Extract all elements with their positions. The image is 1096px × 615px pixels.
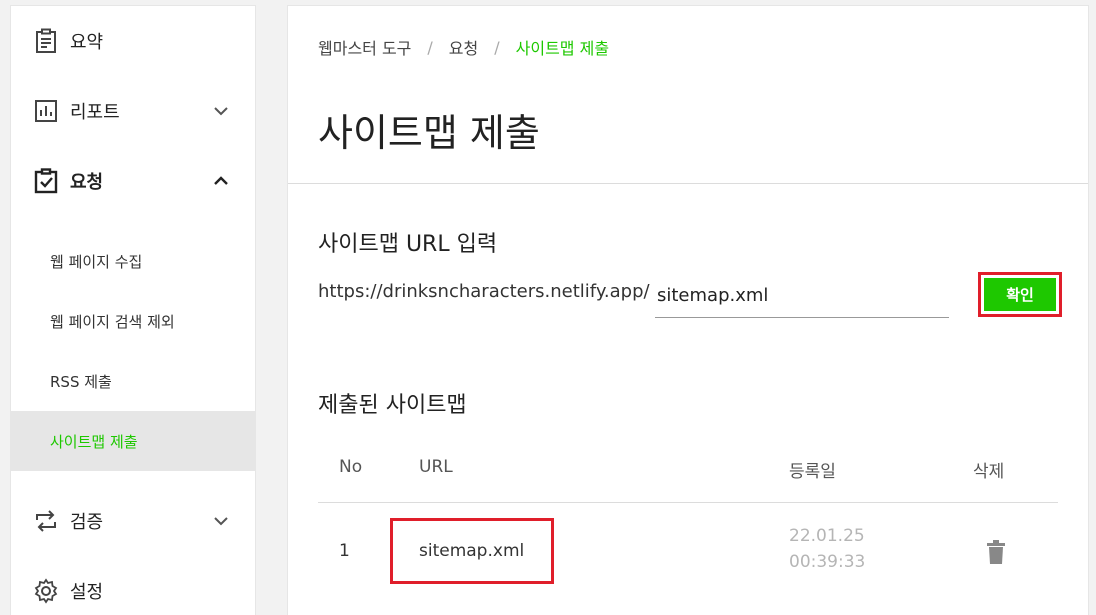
sidebar-item-label: 요약 bbox=[70, 32, 104, 53]
cell-no: 1 bbox=[339, 541, 350, 561]
sidebar-item-label: 요청 bbox=[70, 172, 104, 193]
sidebar-subitem-page-exclude[interactable]: 웹 페이지 검색 제외 bbox=[11, 291, 255, 351]
clipboard-check-icon bbox=[34, 168, 58, 194]
sidebar-item-label: 검증 bbox=[70, 512, 104, 533]
cell-date: 22.01.25 00:39:33 bbox=[789, 526, 866, 572]
sidebar-subitem-label: RSS 제출 bbox=[50, 372, 112, 391]
clipboard-icon bbox=[36, 28, 56, 53]
breadcrumb-item-current: 사이트맵 제출 bbox=[515, 39, 610, 58]
page-title: 사이트맵 제출 bbox=[318, 111, 540, 155]
main-panel: 웹마스터 도구 / 요청 / 사이트맵 제출 사이트맵 제출 사이트맵 URL … bbox=[287, 5, 1089, 615]
column-header-date: 등록일 bbox=[789, 462, 836, 482]
breadcrumb: 웹마스터 도구 / 요청 / 사이트맵 제출 bbox=[318, 35, 609, 59]
submitted-sitemaps-title: 제출된 사이트맵 bbox=[318, 393, 467, 418]
sidebar-subitem-label: 웹 페이지 수집 bbox=[50, 252, 143, 271]
sidebar-subitem-label: 웹 페이지 검색 제외 bbox=[50, 312, 175, 331]
sidebar-subitem-label: 사이트맵 제출 bbox=[50, 432, 138, 451]
sidebar-item-label: 설정 bbox=[70, 582, 104, 603]
sitemap-url-section-title: 사이트맵 URL 입력 bbox=[318, 232, 498, 257]
url-prefix: https://drinksncharacters.netlify.app/ bbox=[318, 281, 650, 302]
column-header-url: URL bbox=[419, 457, 453, 477]
table-divider bbox=[318, 502, 1058, 503]
sidebar-item-summary[interactable]: 요약 bbox=[11, 6, 255, 76]
sidebar-item-report[interactable]: 리포트 bbox=[11, 76, 255, 146]
confirm-button[interactable]: 확인 bbox=[984, 278, 1056, 311]
sidebar-item-label: 리포트 bbox=[70, 102, 120, 123]
confirm-button-highlight: 확인 bbox=[978, 272, 1062, 317]
gear-icon bbox=[34, 578, 58, 604]
chevron-up-icon bbox=[214, 176, 228, 185]
chevron-down-icon bbox=[214, 517, 228, 526]
trash-icon[interactable] bbox=[985, 539, 1007, 565]
sidebar-item-settings[interactable]: 설정 bbox=[11, 556, 255, 615]
bar-chart-icon bbox=[35, 100, 57, 122]
sidebar-subitem-sitemap[interactable]: 사이트맵 제출 bbox=[11, 411, 255, 471]
breadcrumb-separator: / bbox=[494, 37, 500, 57]
sidebar-item-request[interactable]: 요청 bbox=[11, 146, 255, 216]
repeat-icon bbox=[36, 510, 56, 532]
column-header-delete: 삭제 bbox=[973, 462, 1005, 482]
sidebar-item-verify[interactable]: 검증 bbox=[11, 486, 255, 556]
sidebar-subitem-page-collect[interactable]: 웹 페이지 수집 bbox=[11, 231, 255, 291]
chevron-down-icon bbox=[214, 107, 228, 116]
divider bbox=[288, 183, 1088, 184]
sitemap-url-input[interactable] bbox=[655, 274, 949, 318]
breadcrumb-item-request[interactable]: 요청 bbox=[449, 35, 478, 59]
breadcrumb-separator: / bbox=[427, 37, 433, 57]
column-header-no: No bbox=[339, 457, 363, 477]
url-highlight-box bbox=[390, 518, 554, 584]
sidebar: 요약 리포트 요청 웹 페이지 수집 웹 페이지 검색 제외 RSS 제출 사이… bbox=[10, 5, 256, 615]
breadcrumb-item-webmaster[interactable]: 웹마스터 도구 bbox=[318, 35, 411, 59]
sidebar-subitem-rss[interactable]: RSS 제출 bbox=[11, 351, 255, 411]
